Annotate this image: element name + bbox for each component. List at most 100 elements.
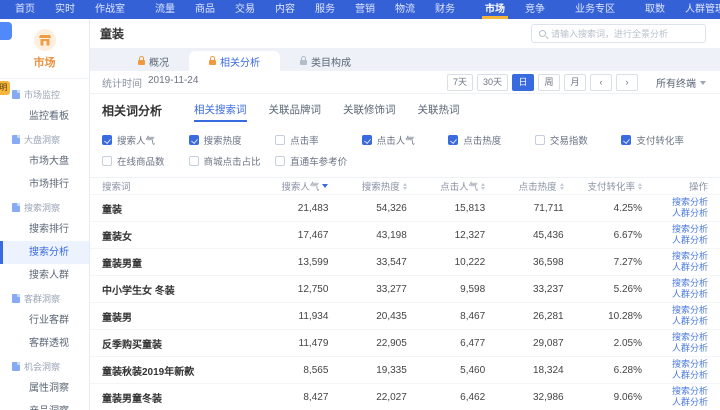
- crowd-analysis-link[interactable]: 人群分析: [672, 235, 708, 246]
- nav-item[interactable]: 商品: [186, 0, 224, 19]
- floating-tag[interactable]: 明: [0, 81, 10, 95]
- sidebar-item[interactable]: 市场大盘: [0, 150, 89, 173]
- nav-item[interactable]: 内容: [266, 0, 304, 19]
- table-row: 童装秋装2019年新款8,56519,3355,46018,3246.28%搜索…: [90, 356, 720, 383]
- nav-item[interactable]: 交易: [226, 0, 264, 19]
- crowd-analysis-link[interactable]: 人群分析: [672, 370, 708, 381]
- search-analysis-link[interactable]: 搜索分析: [672, 197, 708, 208]
- crowd-analysis-link[interactable]: 人群分析: [672, 343, 708, 354]
- search-analysis-link[interactable]: 搜索分析: [672, 305, 708, 316]
- range-button[interactable]: 周: [538, 74, 560, 91]
- checkbox: [275, 156, 285, 166]
- next-arrow-button[interactable]: ›: [616, 74, 638, 91]
- metric-checkbox[interactable]: 点击人气: [362, 133, 449, 147]
- sidebar-item[interactable]: 客群透视: [0, 332, 89, 355]
- sidebar-item[interactable]: 属性洞察: [0, 377, 89, 400]
- crowd-analysis-link[interactable]: 人群分析: [672, 397, 708, 408]
- metric-checkbox[interactable]: 支付转化率: [621, 133, 708, 147]
- sortable-column-header[interactable]: 点击人气: [407, 179, 485, 193]
- sortable-column-header[interactable]: 支付转化率: [564, 179, 642, 193]
- tab[interactable]: 类目构成: [280, 51, 371, 71]
- section-title: 相关词分析: [102, 102, 162, 119]
- chevron-down-icon: [700, 81, 706, 85]
- prev-arrow-button[interactable]: ‹: [590, 74, 612, 91]
- nav-item[interactable]: 财务: [426, 0, 464, 19]
- sidebar-item[interactable]: 搜索分析: [0, 241, 89, 264]
- value-cell: 11,934: [250, 311, 328, 322]
- sidebar-item[interactable]: 市场排行: [0, 173, 89, 196]
- sidebar-item[interactable]: 行业客群: [0, 309, 89, 332]
- metric-label: 点击热度: [463, 133, 501, 147]
- subtab[interactable]: 相关搜索词: [194, 94, 247, 126]
- analysis-header: 相关词分析 相关搜索词关联品牌词关联修饰词关联热词: [90, 94, 720, 126]
- nav-item[interactable]: 人群管理: [676, 0, 720, 19]
- nav-item[interactable]: 业务专区: [566, 0, 624, 19]
- sortable-column-header[interactable]: 搜索人气: [250, 179, 328, 193]
- sidebar-item[interactable]: 搜索排行: [0, 218, 89, 241]
- nav-item[interactable]: 物流: [386, 0, 424, 19]
- search-analysis-link[interactable]: 搜索分析: [672, 224, 708, 235]
- sidebar-item[interactable]: 监控看板: [0, 105, 89, 128]
- metric-label: 点击率: [290, 133, 319, 147]
- search-analysis-link[interactable]: 搜索分析: [672, 278, 708, 289]
- range-button[interactable]: 30天: [477, 74, 508, 91]
- actions-cell: 搜索分析人群分析: [642, 332, 708, 354]
- nav-item[interactable]: 竞争: [516, 0, 554, 19]
- metric-checkbox[interactable]: 直通车参考价: [275, 154, 362, 168]
- crowd-analysis-link[interactable]: 人群分析: [672, 289, 708, 300]
- range-button[interactable]: 月: [564, 74, 586, 91]
- keyword-search-input[interactable]: 请输入搜索词，进行全景分析: [531, 24, 706, 43]
- metric-checkbox[interactable]: 搜索人气: [102, 133, 189, 147]
- metric-checkbox[interactable]: 搜索热度: [189, 133, 276, 147]
- subtab[interactable]: 关联热词: [418, 94, 460, 126]
- crowd-analysis-link[interactable]: 人群分析: [672, 262, 708, 273]
- metric-checkbox[interactable]: 点击热度: [448, 133, 535, 147]
- value-cell: 32,986: [485, 392, 563, 403]
- analysis-tabs: 概况相关分析类目构成: [90, 49, 720, 71]
- actions-cell: 搜索分析人群分析: [642, 305, 708, 327]
- metric-checkbox[interactable]: 在线商品数: [102, 154, 189, 168]
- subtab[interactable]: 关联修饰词: [343, 94, 396, 126]
- crowd-analysis-link[interactable]: 人群分析: [672, 208, 708, 219]
- range-button[interactable]: 7天: [447, 74, 473, 91]
- search-analysis-link[interactable]: 搜索分析: [672, 332, 708, 343]
- value-cell: 22,027: [328, 392, 406, 403]
- sidebar-section-header: 市场监控: [0, 83, 89, 105]
- doc-icon: [12, 135, 20, 144]
- nav-item[interactable]: 作战室: [86, 0, 134, 19]
- metric-label: 支付转化率: [636, 133, 684, 147]
- nav-item[interactable]: 市场: [476, 0, 514, 19]
- sidebar-item[interactable]: 产品洞察: [0, 400, 89, 410]
- metric-checkbox[interactable]: 点击率: [275, 133, 362, 147]
- nav-item[interactable]: 实时: [46, 0, 84, 19]
- range-button[interactable]: 日: [512, 74, 534, 91]
- nav-item[interactable]: 首页: [6, 0, 44, 19]
- crowd-analysis-link[interactable]: 人群分析: [672, 316, 708, 327]
- tab[interactable]: 概况: [118, 51, 189, 71]
- terminal-label: 所有终端: [656, 75, 696, 90]
- search-analysis-link[interactable]: 搜索分析: [672, 386, 708, 397]
- tab[interactable]: 相关分析: [189, 51, 280, 71]
- metric-checkbox[interactable]: 交易指数: [535, 133, 622, 147]
- nav-item[interactable]: 流量: [146, 0, 184, 19]
- sortable-column-header[interactable]: 点击热度: [485, 179, 563, 193]
- value-cell: 8,427: [250, 392, 328, 403]
- terminal-dropdown[interactable]: 所有终端: [656, 75, 706, 90]
- nav-item[interactable]: 营销: [346, 0, 384, 19]
- sidebar-item[interactable]: 搜索人群: [0, 264, 89, 287]
- value-cell: 19,335: [328, 365, 406, 376]
- sortable-column-header[interactable]: 搜索热度: [328, 179, 406, 193]
- value-cell: 7.27%: [564, 257, 642, 268]
- checkbox: [189, 156, 199, 166]
- keyword-cell: 童装男: [102, 309, 250, 324]
- nav-item[interactable]: 服务: [306, 0, 344, 19]
- search-analysis-link[interactable]: 搜索分析: [672, 359, 708, 370]
- sidebar-section-label: 市场监控: [24, 88, 60, 101]
- actions-cell: 搜索分析人群分析: [642, 224, 708, 246]
- subtab[interactable]: 关联品牌词: [269, 94, 322, 126]
- search-analysis-link[interactable]: 搜索分析: [672, 251, 708, 262]
- metric-checkbox[interactable]: 商城点击占比: [189, 154, 276, 168]
- nav-item[interactable]: 取数: [636, 0, 674, 19]
- value-cell: 26,281: [485, 311, 563, 322]
- value-cell: 8,467: [407, 311, 485, 322]
